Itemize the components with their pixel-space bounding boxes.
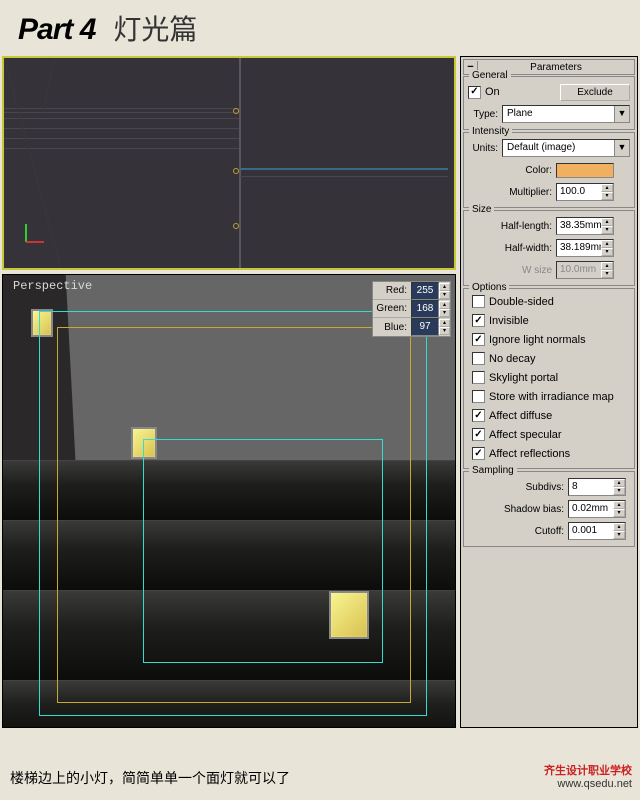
group-sampling: Sampling	[469, 465, 517, 476]
spin-up-icon[interactable]: ▴	[601, 184, 613, 192]
header-part: Part 4	[18, 13, 95, 47]
option-label: No decay	[489, 353, 535, 365]
red-down[interactable]: ▾	[439, 291, 450, 299]
option-label: Ignore light normals	[489, 334, 586, 346]
shadow-bias-input[interactable]: 0.02mm ▴▾	[568, 500, 626, 518]
option-label: Double-sided	[489, 296, 554, 308]
option-checkbox[interactable]	[472, 409, 485, 422]
half-width-label: Half-width:	[468, 243, 556, 254]
perspective-label: Perspective	[13, 279, 92, 293]
watermark: 齐生设计职业学校 www.qsedu.net	[544, 762, 632, 790]
option-checkbox[interactable]	[472, 314, 485, 327]
blue-down[interactable]: ▾	[439, 327, 450, 335]
group-options: Options	[469, 282, 509, 293]
chevron-down-icon: ▼	[614, 140, 629, 156]
w-size-label: W size	[468, 265, 556, 276]
green-down[interactable]: ▾	[439, 309, 450, 317]
on-label: On	[485, 86, 500, 98]
group-size: Size	[469, 204, 494, 215]
color-swatch[interactable]	[556, 163, 614, 178]
axis-gizmo-icon	[22, 220, 48, 246]
blue-input[interactable]: 97	[411, 318, 439, 336]
option-label: Affect specular	[489, 429, 562, 441]
type-dropdown[interactable]: Plane ▼	[502, 105, 630, 123]
half-width-input[interactable]: 38.189mm ▴▾	[556, 239, 614, 257]
red-up[interactable]: ▴	[439, 283, 450, 291]
group-general: General	[469, 70, 511, 81]
option-label: Store with irradiance map	[489, 391, 614, 403]
subdivs-label: Subdivs:	[468, 482, 568, 493]
shadow-bias-label: Shadow bias:	[468, 504, 568, 515]
option-checkbox[interactable]	[472, 428, 485, 441]
blue-label: Blue:	[373, 322, 411, 333]
type-label: Type:	[468, 109, 502, 120]
rgb-panel: Red: 255 ▴▾ Green: 168 ▴▾ Blue: 97 ▴▾	[372, 281, 451, 337]
option-label: Skylight portal	[489, 372, 558, 384]
exclude-button[interactable]: Exclude	[560, 84, 630, 101]
parameters-panel: − Parameters General On Exclude Type: Pl…	[460, 56, 638, 728]
green-up[interactable]: ▴	[439, 301, 450, 309]
top-viewport[interactable]	[2, 56, 456, 270]
subdivs-input[interactable]: 8 ▴▾	[568, 478, 626, 496]
green-input[interactable]: 168	[411, 300, 439, 318]
color-label: Color:	[468, 165, 556, 176]
half-length-input[interactable]: 38.35mm ▴▾	[556, 217, 614, 235]
units-dropdown[interactable]: Default (image) ▼	[502, 139, 630, 157]
selection-inner	[143, 439, 383, 663]
chevron-down-icon: ▼	[614, 106, 629, 122]
caption: 楼梯边上的小灯，简简单单一个面灯就可以了	[10, 768, 290, 788]
green-label: Green:	[373, 303, 411, 314]
option-checkbox[interactable]	[472, 371, 485, 384]
option-checkbox[interactable]	[472, 352, 485, 365]
spin-down-icon[interactable]: ▾	[601, 192, 613, 200]
perspective-viewport[interactable]: Perspective Red: 255 ▴▾	[2, 274, 456, 728]
option-checkbox[interactable]	[472, 333, 485, 346]
cutoff-input[interactable]: 0.001 ▴▾	[568, 522, 626, 540]
half-length-label: Half-length:	[468, 221, 556, 232]
units-label: Units:	[468, 143, 502, 154]
cutoff-label: Cutoff:	[468, 526, 568, 537]
option-label: Affect diffuse	[489, 410, 552, 422]
option-checkbox[interactable]	[472, 295, 485, 308]
header-title: 灯光篇	[113, 8, 197, 48]
group-intensity: Intensity	[469, 126, 512, 137]
option-label: Invisible	[489, 315, 529, 327]
option-label: Affect reflections	[489, 448, 570, 460]
on-checkbox[interactable]	[468, 86, 481, 99]
option-checkbox[interactable]	[472, 447, 485, 460]
red-label: Red:	[373, 285, 411, 296]
option-checkbox[interactable]	[472, 390, 485, 403]
red-input[interactable]: 255	[411, 282, 439, 300]
multiplier-label: Multiplier:	[468, 187, 556, 198]
blue-up[interactable]: ▴	[439, 319, 450, 327]
w-size-input: 10.0mm ▴▾	[556, 261, 614, 279]
multiplier-input[interactable]: 100.0 ▴▾	[556, 183, 614, 201]
